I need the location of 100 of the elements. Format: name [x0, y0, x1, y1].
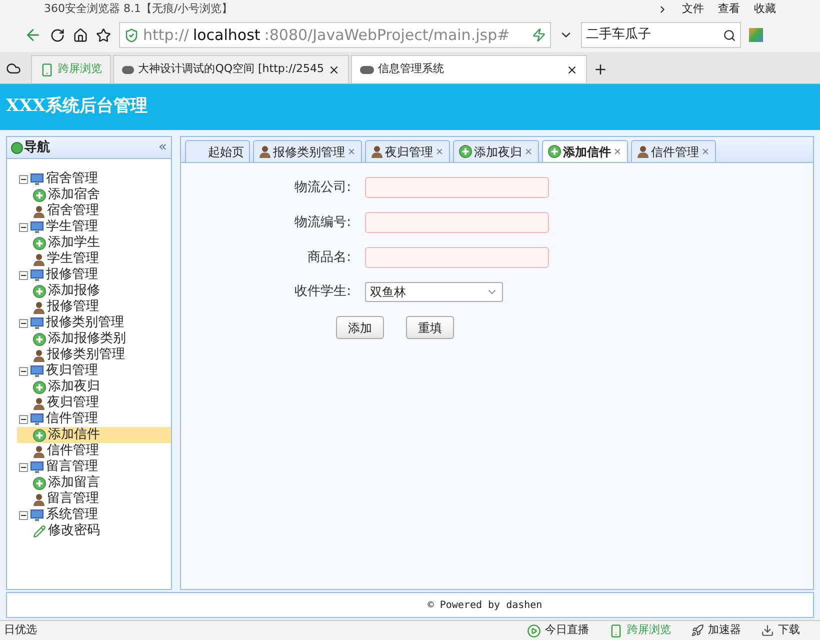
- search-field[interactable]: 二手车瓜子: [581, 22, 741, 48]
- person-icon: [33, 396, 45, 410]
- collapse-button[interactable]: «: [158, 137, 167, 158]
- page-icon: [360, 66, 374, 74]
- collapse-icon[interactable]: [19, 414, 28, 424]
- lightning-icon[interactable]: [532, 28, 546, 42]
- student-select[interactable]: 双鱼林: [365, 282, 503, 302]
- collapse-icon[interactable]: [19, 222, 28, 232]
- tree-item[interactable]: 夜归管理: [17, 395, 171, 411]
- content-tab[interactable]: 添加信件: [542, 140, 628, 162]
- person-icon: [637, 145, 649, 158]
- tree-item[interactable]: 添加报修类别: [17, 331, 171, 347]
- input-field[interactable]: [365, 247, 549, 268]
- shield-icon[interactable]: [124, 28, 139, 42]
- person-icon: [371, 145, 383, 158]
- tree-group[interactable]: 夜归管理: [46, 363, 98, 379]
- tree-group[interactable]: 报修类别管理: [46, 315, 124, 331]
- tree-item[interactable]: 添加夜归: [17, 379, 171, 395]
- tree-item[interactable]: 信件管理: [17, 443, 171, 459]
- tree-group[interactable]: 报修管理: [46, 267, 98, 283]
- plus-circle-icon: [33, 476, 46, 490]
- plus-circle-icon: [548, 145, 561, 158]
- search-icon[interactable]: [723, 28, 736, 42]
- tree-item[interactable]: 添加报修: [17, 283, 171, 299]
- person-icon: [33, 300, 45, 314]
- home-icon[interactable]: [73, 28, 88, 42]
- window-title: 360安全浏览器 8.1【无痕/小号浏览】: [44, 0, 233, 17]
- reload-icon[interactable]: [50, 28, 65, 42]
- new-tab-icon[interactable]: [593, 62, 608, 77]
- field-label: 商品名:: [306, 248, 351, 267]
- monitor-icon: [30, 460, 44, 474]
- form-button[interactable]: 重填: [406, 316, 454, 339]
- plus-circle-icon: [33, 428, 46, 442]
- tree-item[interactable]: 留言管理: [17, 491, 171, 507]
- tree-group[interactable]: 学生管理: [46, 219, 98, 235]
- field-label: 物流编号:: [294, 214, 351, 232]
- tree-item[interactable]: 修改密码: [17, 523, 171, 539]
- person-icon: [33, 348, 45, 362]
- tree-item[interactable]: 报修管理: [17, 299, 171, 315]
- form-button[interactable]: 添加: [336, 316, 384, 339]
- content-tab[interactable]: 夜归管理: [365, 140, 450, 162]
- input-field[interactable]: [365, 212, 549, 233]
- collapse-icon[interactable]: [19, 270, 28, 280]
- browser-tab[interactable]: 信息管理系统: [351, 55, 587, 83]
- status-item[interactable]: 下载: [761, 622, 800, 639]
- monitor-icon: [30, 508, 44, 522]
- close-icon[interactable]: [328, 64, 340, 76]
- menu-item[interactable]: 查看: [718, 0, 740, 18]
- status-item[interactable]: 今日直播: [527, 622, 589, 639]
- collapse-icon[interactable]: [19, 318, 28, 328]
- collapse-icon[interactable]: [19, 462, 28, 472]
- monitor-icon: [30, 316, 44, 330]
- plus-circle-icon: [33, 332, 46, 346]
- status-text[interactable]: 日优选: [4, 622, 37, 639]
- input-field[interactable]: [365, 177, 549, 198]
- play-icon: [527, 624, 541, 638]
- header-bar: XXX系统后台管理: [0, 84, 820, 130]
- monitor-icon: [30, 412, 44, 426]
- close-icon[interactable]: [566, 64, 578, 76]
- tree-group[interactable]: 信件管理: [46, 411, 98, 427]
- content-tab[interactable]: 起始页: [185, 140, 250, 162]
- rocket-icon: [691, 624, 704, 637]
- back-icon[interactable]: [24, 26, 42, 44]
- tree-item[interactable]: 学生管理: [17, 251, 171, 267]
- address-field[interactable]: http:// localhost :8080/JavaWebProject/main.jsp#: [119, 22, 551, 48]
- collapse-icon[interactable]: [19, 510, 28, 520]
- tree-group[interactable]: 系统管理: [46, 507, 98, 523]
- content-tab[interactable]: 信件管理: [631, 140, 716, 162]
- tree-group[interactable]: 留言管理: [46, 459, 98, 475]
- cloud-icon[interactable]: [6, 61, 21, 76]
- browser-tab[interactable]: 大神设计调试的QQ空间 [http://2545: [113, 55, 349, 83]
- menu-item[interactable]: 收藏: [754, 0, 776, 18]
- phone-icon: [609, 624, 623, 638]
- content-tab[interactable]: 添加夜归: [453, 140, 539, 162]
- star-icon[interactable]: [96, 28, 111, 42]
- tree-item[interactable]: 宿舍管理: [17, 203, 171, 219]
- collapse-icon[interactable]: [19, 366, 28, 376]
- tree-item[interactable]: 添加宿舍: [17, 187, 171, 203]
- footer-text: © Powered by dashen: [428, 598, 542, 612]
- menu-item[interactable]: 文件: [682, 0, 704, 18]
- collapse-icon[interactable]: [19, 174, 28, 184]
- person-icon: [33, 252, 45, 266]
- tree-item[interactable]: 添加学生: [17, 235, 171, 251]
- plus-circle-icon: [459, 145, 472, 158]
- plus-circle-icon: [33, 284, 46, 298]
- field-label: 物流公司:: [294, 178, 351, 197]
- plus-circle-icon: [33, 236, 46, 250]
- monitor-icon: [30, 220, 44, 234]
- monitor-icon: [30, 172, 44, 186]
- tree-item[interactable]: 添加留言: [17, 475, 171, 491]
- monitor-icon: [30, 268, 44, 282]
- content-tab[interactable]: 报修类别管理: [253, 140, 362, 162]
- tree-item[interactable]: 添加信件: [17, 427, 171, 443]
- person-icon: [33, 204, 45, 218]
- globe-icon: [11, 142, 23, 154]
- status-item[interactable]: 加速器: [691, 622, 741, 639]
- field-label: 收件学生:: [294, 283, 351, 302]
- tree-item[interactable]: 报修类别管理: [17, 347, 171, 363]
- tree-group[interactable]: 宿舍管理: [46, 171, 98, 187]
- pencil-icon: [33, 524, 46, 538]
